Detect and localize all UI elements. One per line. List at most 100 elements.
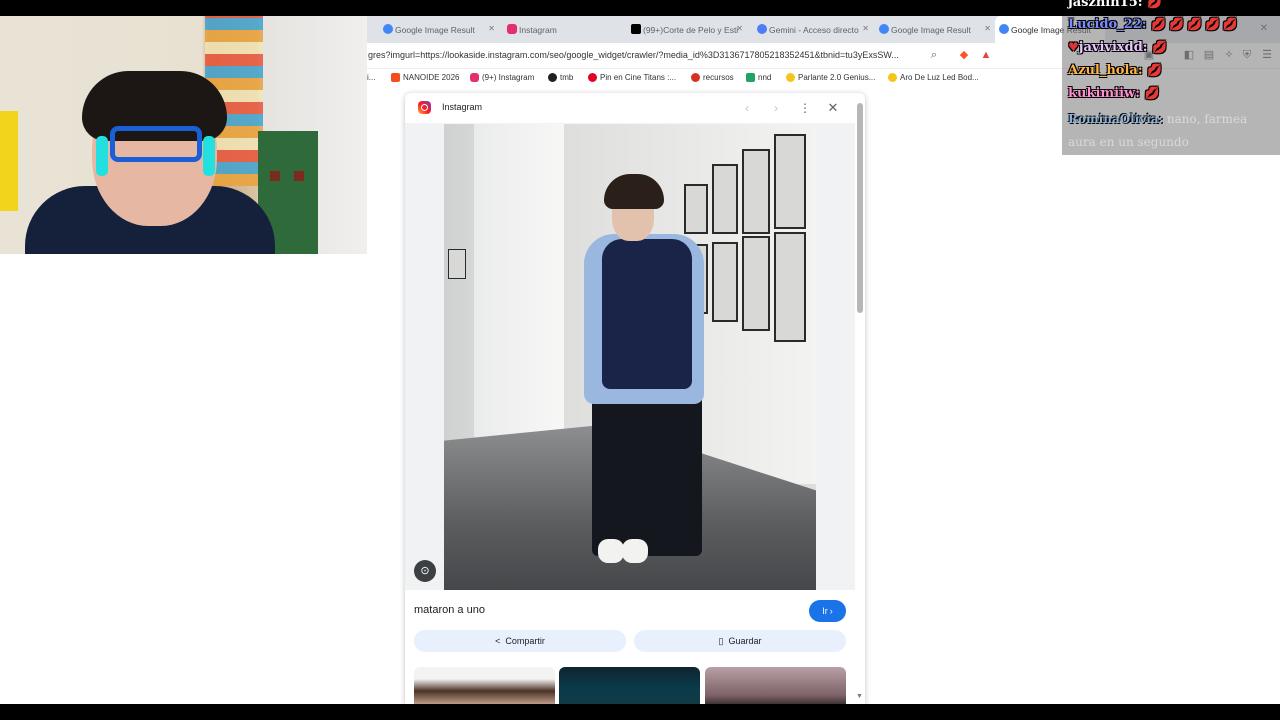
gemini-icon <box>757 24 767 34</box>
previous-icon[interactable]: ‹ <box>737 98 757 118</box>
rewards-icon[interactable]: ▲ <box>979 48 993 62</box>
viewer-header: Instagram ‹ › ⋮ ✕ <box>405 93 865 123</box>
related-thumbnail[interactable] <box>414 667 555 704</box>
photo-frame <box>774 134 806 229</box>
tab-label: Google Image Result <box>891 24 971 35</box>
share-label: Compartir <box>505 636 545 646</box>
bookmark-label: nnd <box>758 73 772 82</box>
mercadolibre-icon <box>888 73 897 82</box>
related-thumbnail[interactable] <box>559 667 700 704</box>
related-thumbnail[interactable] <box>705 667 846 704</box>
tab-2[interactable]: (99+)Corte de Pelo y Esti ✕ <box>627 16 747 43</box>
creeper-eye <box>294 171 304 181</box>
chat-username: Azul_hola: <box>1068 63 1143 78</box>
photo-pillar <box>474 124 564 454</box>
drive-icon <box>746 73 755 82</box>
instagram-icon <box>418 101 431 114</box>
bookmark-0[interactable]: i... <box>367 73 375 82</box>
kiss-emote: 💋 <box>1147 0 1166 9</box>
chat-message: jaszhin15: 💋 <box>1068 0 1165 10</box>
kiss-emote: 💋 <box>1152 40 1171 54</box>
bookmark-3[interactable]: tmb <box>548 73 573 82</box>
stream-chat-overlay: jaszhin15: 💋 Lucido_22: 💋💋💋💋💋 ♥javivixdd… <box>1062 0 1280 155</box>
google-icon <box>383 24 393 34</box>
streamer-glasses <box>110 126 202 162</box>
bookmark-7[interactable]: Parlante 2.0 Genius... <box>786 73 875 82</box>
photo-area: ⊙ <box>405 123 855 590</box>
bookmark-label: Parlante 2.0 Genius... <box>798 73 876 82</box>
yellow-shelf <box>0 111 18 211</box>
person-pants <box>592 386 702 556</box>
close-tab-icon[interactable]: ✕ <box>736 24 743 33</box>
image-viewer-panel: Instagram ‹ › ⋮ ✕ ⊙ ▼ mataron a uno Ir ›… <box>405 93 865 704</box>
save-label: Guardar <box>728 636 762 646</box>
bookmark-5[interactable]: recursos <box>691 73 734 82</box>
bookmark-4[interactable]: Pin en Cine Titans :... <box>588 73 676 82</box>
tab-3[interactable]: Gemini - Acceso directo ✕ <box>753 16 873 43</box>
photo-frame <box>742 149 770 234</box>
close-tab-icon[interactable]: ✕ <box>984 24 991 33</box>
image-caption[interactable]: mataron a uno <box>414 604 485 616</box>
chat-username: Lucido_22: <box>1068 17 1147 32</box>
kiss-emote: 💋💋💋💋💋 <box>1151 17 1241 31</box>
chat-username: jaszhin15: <box>1068 0 1143 10</box>
figma-icon <box>391 73 400 82</box>
chat-message: ♥javivixdd: 💋 <box>1068 40 1170 55</box>
share-button[interactable]: < Compartir <box>414 630 626 652</box>
tab-label: (99+)Corte de Pelo y Esti <box>643 24 739 35</box>
tab-label: Instagram <box>519 24 557 35</box>
share-icon: < <box>495 636 501 646</box>
mercadolibre-icon <box>786 73 795 82</box>
save-button[interactable]: ▯ Guardar <box>634 630 846 652</box>
person-shoe <box>622 539 648 563</box>
bookmark-6[interactable]: nnd <box>746 73 771 82</box>
chat-message: RominaOlivia: nano, farmea aura en un se… <box>1068 108 1278 154</box>
tab-4[interactable]: Google Image Result ✕ <box>875 16 995 43</box>
bookmark-favicon <box>691 73 700 82</box>
photo-frame <box>712 164 738 234</box>
chat-username: javivixdd: <box>1078 40 1148 55</box>
main-photo[interactable] <box>444 124 816 590</box>
instagram-icon <box>507 24 517 34</box>
go-button[interactable]: Ir › <box>809 600 846 622</box>
close-icon[interactable]: ✕ <box>823 98 843 118</box>
bookmark-2[interactable]: (9+) Instagram <box>470 73 534 82</box>
photo-frame <box>774 232 806 342</box>
close-tab-icon[interactable]: ✕ <box>488 24 495 33</box>
creeper-eye <box>270 171 280 181</box>
next-icon[interactable]: › <box>766 98 786 118</box>
screen: Google Image Result ✕ Instagram (99+)Cor… <box>0 0 1280 720</box>
chat-message: Azul_hola: 💋 <box>1068 63 1165 78</box>
close-tab-icon[interactable]: ✕ <box>862 24 869 33</box>
zoom-icon[interactable]: ⌕ <box>927 48 941 62</box>
tab-label: Google Image Result <box>395 24 475 35</box>
chevron-right-icon: › <box>829 606 833 616</box>
pinterest-icon <box>588 73 597 82</box>
bookmark-label: Pin en Cine Titans :... <box>600 73 677 82</box>
bookmark-label: tmb <box>560 73 574 82</box>
chat-message: Lucido_22: 💋💋💋💋💋 <box>1068 17 1241 32</box>
panel-scrollbar[interactable] <box>857 103 863 313</box>
bookmark-8[interactable]: Aro De Luz Led Bod... <box>888 73 979 82</box>
scroll-down-icon[interactable]: ▼ <box>856 693 863 700</box>
bookmark-label: NANOIDE 2026 <box>403 73 460 82</box>
lens-search-icon[interactable]: ⊙ <box>414 560 436 582</box>
chat-username: RominaOlivia: <box>1068 112 1164 126</box>
headset-right <box>203 136 215 176</box>
tab-0[interactable]: Google Image Result ✕ <box>379 16 499 43</box>
bookmark-1[interactable]: NANOIDE 2026 <box>391 73 459 82</box>
tab-1[interactable]: Instagram <box>503 16 623 43</box>
person-vest <box>602 239 692 389</box>
photo-frame <box>742 236 770 331</box>
google-icon <box>999 24 1009 34</box>
chat-message: kukimiiw: 💋 <box>1068 86 1163 101</box>
person-shoe <box>598 539 624 563</box>
bookmark-label: recursos <box>703 73 734 82</box>
brave-shield-icon[interactable]: ◆ <box>957 48 971 62</box>
bookmark-icon: ▯ <box>718 635 724 646</box>
kiss-emote: 💋 <box>1147 63 1166 77</box>
more-options-icon[interactable]: ⋮ <box>795 98 815 118</box>
viewer-source[interactable]: Instagram <box>442 102 482 112</box>
instagram-icon <box>470 73 479 82</box>
url-field[interactable]: gres?imgurl=https://lookaside.instagram.… <box>368 50 899 60</box>
